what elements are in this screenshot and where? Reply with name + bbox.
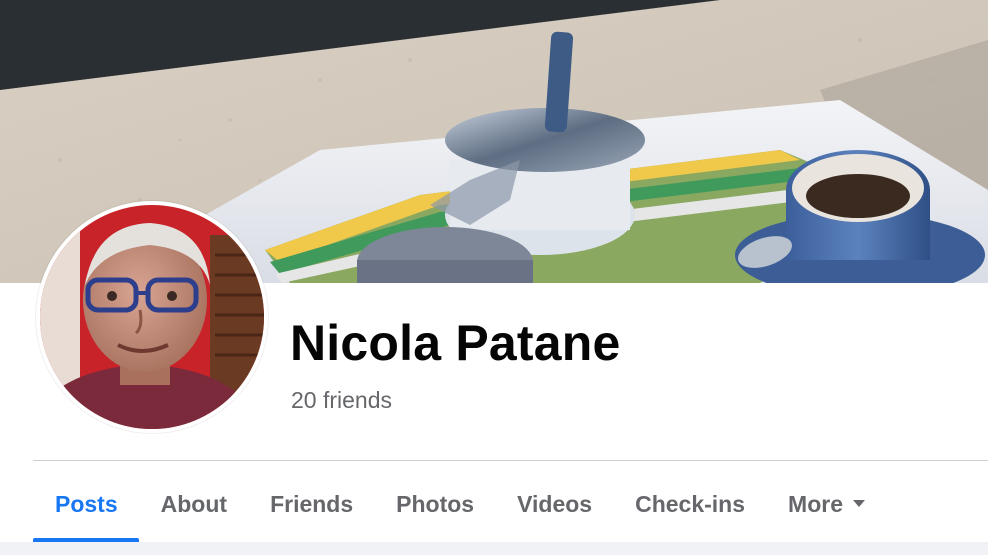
tab-posts-label: Posts [55, 490, 118, 517]
tab-videos[interactable]: Videos [495, 466, 613, 542]
profile-tabs: Posts About Friends Photos Videos Check-… [33, 466, 886, 542]
tab-posts[interactable]: Posts [33, 466, 139, 542]
friends-count[interactable]: 20 friends [291, 387, 392, 414]
tab-more-label: More [788, 490, 843, 517]
profile-name: Nicola Patane [290, 315, 621, 371]
tab-check-ins-label: Check-ins [635, 490, 746, 517]
tab-friends[interactable]: Friends [248, 466, 374, 542]
page-background-strip [0, 542, 988, 555]
header-divider [33, 460, 988, 461]
caret-down-icon [852, 499, 865, 507]
tab-more[interactable]: More [766, 466, 886, 542]
tab-about[interactable]: About [139, 466, 248, 542]
tab-check-ins[interactable]: Check-ins [613, 466, 766, 542]
tab-friends-label: Friends [270, 490, 354, 517]
profile-page: Nicola Patane 20 friends Posts About Fri… [0, 0, 988, 555]
tab-photos-label: Photos [396, 490, 475, 517]
profile-avatar[interactable] [36, 201, 268, 433]
tab-videos-label: Videos [517, 490, 593, 517]
tab-about-label: About [160, 490, 228, 517]
tab-photos[interactable]: Photos [374, 466, 495, 542]
